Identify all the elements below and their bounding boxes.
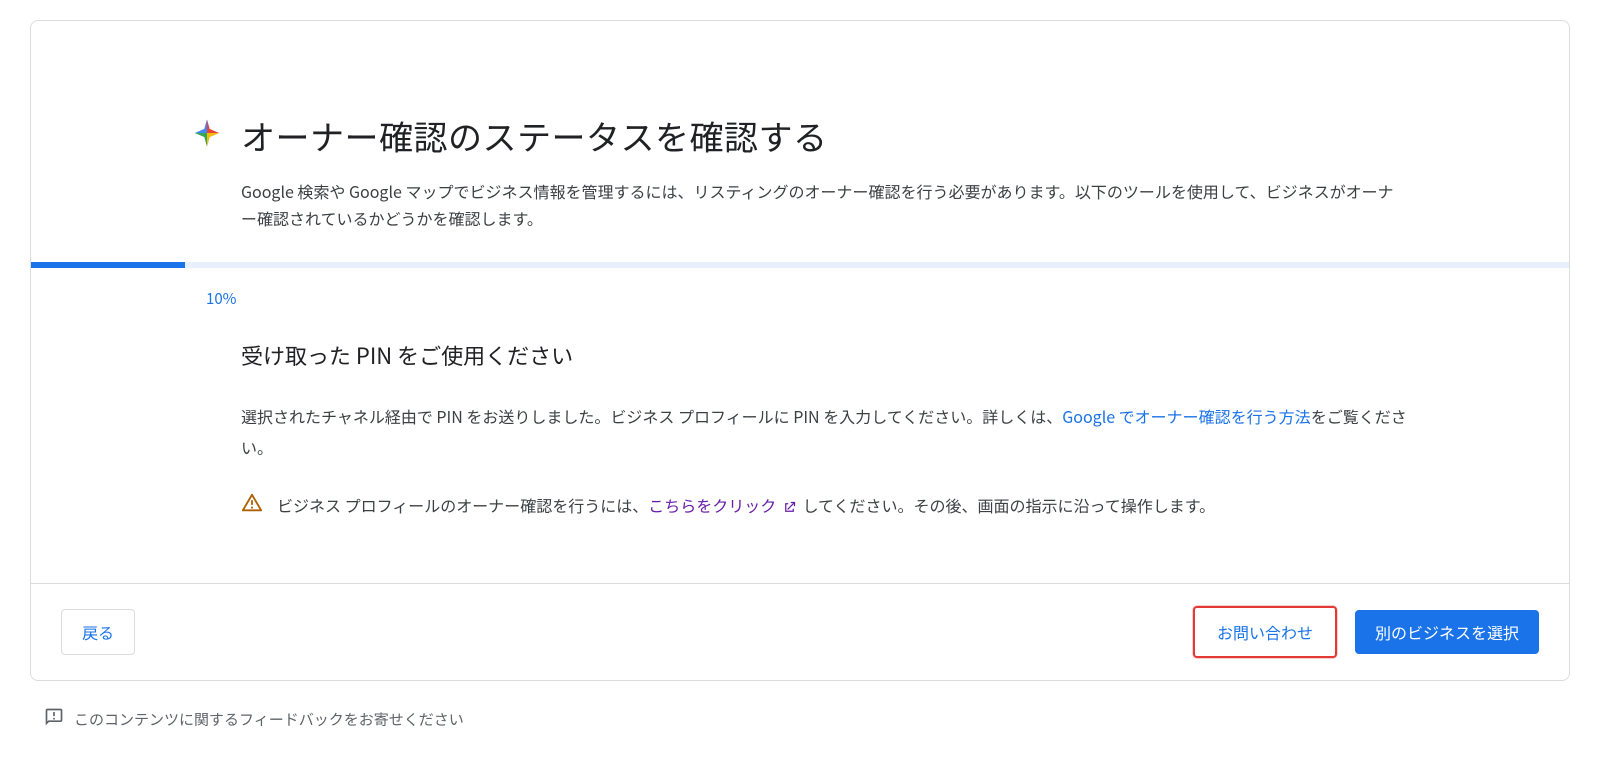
feedback-icon	[44, 707, 64, 732]
progress-label: 10%	[31, 268, 1569, 309]
external-link-icon	[782, 493, 797, 523]
alert-row: ビジネス プロフィールのオーナー確認を行うには、こちらをクリック してください。…	[241, 490, 1409, 523]
verification-card: オーナー確認のステータスを確認する Google 検索や Google マップで…	[30, 20, 1570, 681]
alert-pre: ビジネス プロフィールのオーナー確認を行うには、	[277, 493, 648, 517]
progress-fill	[31, 262, 185, 268]
contact-button[interactable]: お問い合わせ	[1197, 610, 1333, 654]
page-subtitle: Google 検索や Google マップでビジネス情報を管理するには、リスティ…	[241, 178, 1409, 232]
header-text-block: オーナー確認のステータスを確認する Google 検索や Google マップで…	[241, 111, 1409, 232]
feedback-link[interactable]: このコンテンツに関するフィードバックをお寄せください	[30, 701, 478, 738]
body-pre: 選択されたチャネル経由で PIN をお送りしました。ビジネス プロフィールに P…	[241, 404, 1062, 428]
card-header: オーナー確認のステータスを確認する Google 検索や Google マップで…	[31, 21, 1569, 262]
contact-highlight: お問い合わせ	[1193, 606, 1337, 658]
feedback-text: このコンテンツに関するフィードバックをお寄せください	[74, 709, 464, 730]
sparkle-icon	[191, 117, 223, 149]
progress-bar	[31, 262, 1569, 268]
content-body: 選択されたチャネル経由で PIN をお送りしました。ビジネス プロフィールに P…	[241, 401, 1409, 462]
warning-icon	[241, 492, 263, 519]
card-footer: 戻る お問い合わせ 別のビジネスを選択	[31, 583, 1569, 680]
click-here-link[interactable]: こちらをクリック	[648, 493, 799, 517]
content-title: 受け取った PIN をご使用ください	[241, 339, 1409, 371]
verify-method-link[interactable]: Google でオーナー確認を行う方法	[1062, 404, 1310, 428]
alert-text: ビジネス プロフィールのオーナー確認を行うには、こちらをクリック してください。…	[277, 490, 1215, 523]
select-other-business-button[interactable]: 別のビジネスを選択	[1355, 610, 1539, 654]
page-title: オーナー確認のステータスを確認する	[241, 111, 1409, 160]
footer-right: お問い合わせ 別のビジネスを選択	[1193, 606, 1539, 658]
back-button[interactable]: 戻る	[61, 609, 135, 655]
content-block: 受け取った PIN をご使用ください 選択されたチャネル経由で PIN をお送り…	[31, 309, 1569, 583]
alert-post: してください。その後、画面の指示に沿って操作します。	[802, 493, 1215, 517]
